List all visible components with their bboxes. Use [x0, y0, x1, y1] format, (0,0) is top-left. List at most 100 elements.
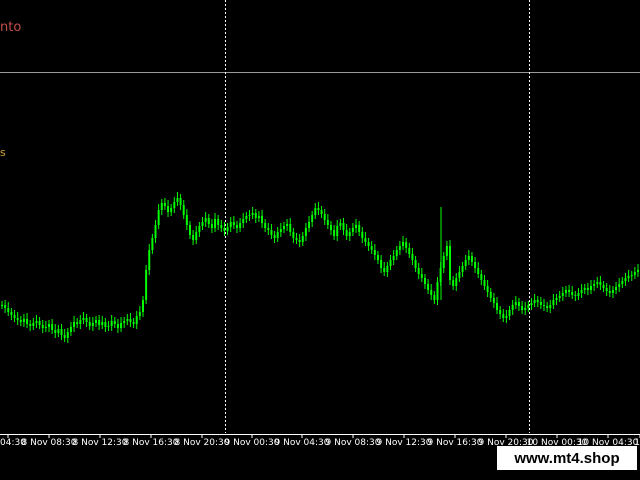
candle-body	[458, 272, 461, 278]
candle-body	[301, 236, 304, 242]
candle-body	[524, 308, 527, 310]
candle-body	[326, 220, 329, 225]
candle-body	[596, 282, 599, 284]
candle-body	[511, 305, 514, 310]
candle-body	[414, 260, 417, 268]
candle-body	[257, 216, 260, 218]
indicator-top-label: nto	[0, 20, 22, 35]
candle-body	[533, 300, 536, 303]
candle-body	[107, 326, 110, 327]
candle-body	[101, 322, 104, 325]
candle-body	[279, 229, 282, 232]
candle-body	[160, 203, 163, 210]
candle-body	[73, 322, 76, 327]
candle-body	[618, 284, 621, 287]
candle-body	[527, 305, 530, 308]
watermark-text: www.mt4.shop	[514, 449, 620, 467]
candle-body	[60, 329, 63, 335]
candle-body	[85, 318, 88, 322]
candle-body	[98, 320, 101, 325]
candle-body	[627, 276, 630, 278]
candle-body	[376, 255, 379, 260]
x-tick-label: 8 Nov 12:30	[73, 438, 128, 448]
candle-body	[323, 214, 326, 220]
candle-body	[496, 303, 499, 310]
candle-body	[82, 318, 85, 320]
candle-body	[226, 227, 229, 231]
candle-body	[464, 260, 467, 266]
candle-body	[417, 268, 420, 274]
candle-body	[599, 282, 602, 285]
candle-body	[32, 323, 35, 326]
candle-body	[552, 300, 555, 305]
candle-body	[367, 242, 370, 246]
candle-body	[282, 226, 285, 229]
candle-body	[51, 324, 54, 330]
candle-body	[445, 246, 448, 256]
x-tick-label: 8 Nov 20:30	[175, 438, 230, 448]
candle-body	[574, 295, 577, 296]
candle-body	[223, 228, 226, 231]
watermark: www.mt4.shop	[497, 446, 637, 470]
candle-body	[132, 322, 135, 324]
candle-body	[261, 216, 264, 223]
candle-body	[29, 324, 32, 326]
candle-body	[530, 303, 533, 305]
candle-body	[248, 215, 251, 216]
candle-body	[521, 306, 524, 310]
candle-body	[264, 223, 267, 228]
candle-body	[116, 324, 119, 328]
candle-body	[308, 222, 311, 228]
candle-body	[79, 320, 82, 324]
candle-body	[176, 198, 179, 202]
candle-body	[502, 314, 505, 318]
candle-body	[198, 226, 201, 232]
candle-body	[555, 298, 558, 300]
candle-body	[173, 202, 176, 208]
candle-body	[182, 205, 185, 215]
candle-body	[19, 320, 22, 322]
candle-body	[311, 215, 314, 222]
candle-body	[571, 292, 574, 295]
candle-body	[339, 223, 342, 226]
candle-body	[320, 210, 323, 214]
x-tick-label: 9 Nov 16:30	[428, 438, 483, 448]
candle-body	[605, 288, 608, 291]
candle-body	[420, 274, 423, 278]
candle-body	[229, 222, 232, 227]
x-tick-label: 8 Nov 08:30	[22, 438, 77, 448]
candle-body	[66, 332, 69, 338]
candle-body	[442, 256, 445, 268]
candle-body	[408, 248, 411, 254]
candle-body	[295, 238, 298, 240]
candle-body	[123, 321, 126, 323]
candle-body	[580, 290, 583, 293]
candle-body	[430, 290, 433, 295]
x-tick-label: 9 Nov 00:30	[225, 438, 280, 448]
candle-body	[543, 305, 546, 306]
candle-body	[69, 327, 72, 332]
candle-body	[402, 242, 405, 246]
candle-body	[633, 272, 636, 275]
candle-body	[355, 225, 358, 228]
candle-body	[411, 254, 414, 260]
candle-body	[220, 225, 223, 228]
x-tick-label: 9 Nov 04:30	[275, 438, 330, 448]
candle-body	[13, 315, 16, 318]
candle-body	[455, 278, 458, 286]
candle-body	[351, 228, 354, 232]
candle-body	[44, 327, 47, 328]
candle-body	[345, 230, 348, 236]
candle-body	[63, 335, 66, 338]
candle-body	[141, 300, 144, 312]
candle-body	[38, 321, 41, 325]
candle-body	[204, 218, 207, 222]
candle-body	[7, 308, 10, 312]
candle-body	[201, 222, 204, 226]
candle-body	[113, 321, 116, 324]
candle-body	[167, 206, 170, 212]
candle-body	[470, 256, 473, 262]
price-chart[interactable]: 04:30 8 Nov 08:30 8 Nov 12:30 8 Nov 16:30 8 …	[0, 0, 640, 448]
candle-body	[57, 329, 60, 333]
candle-body	[110, 321, 113, 326]
